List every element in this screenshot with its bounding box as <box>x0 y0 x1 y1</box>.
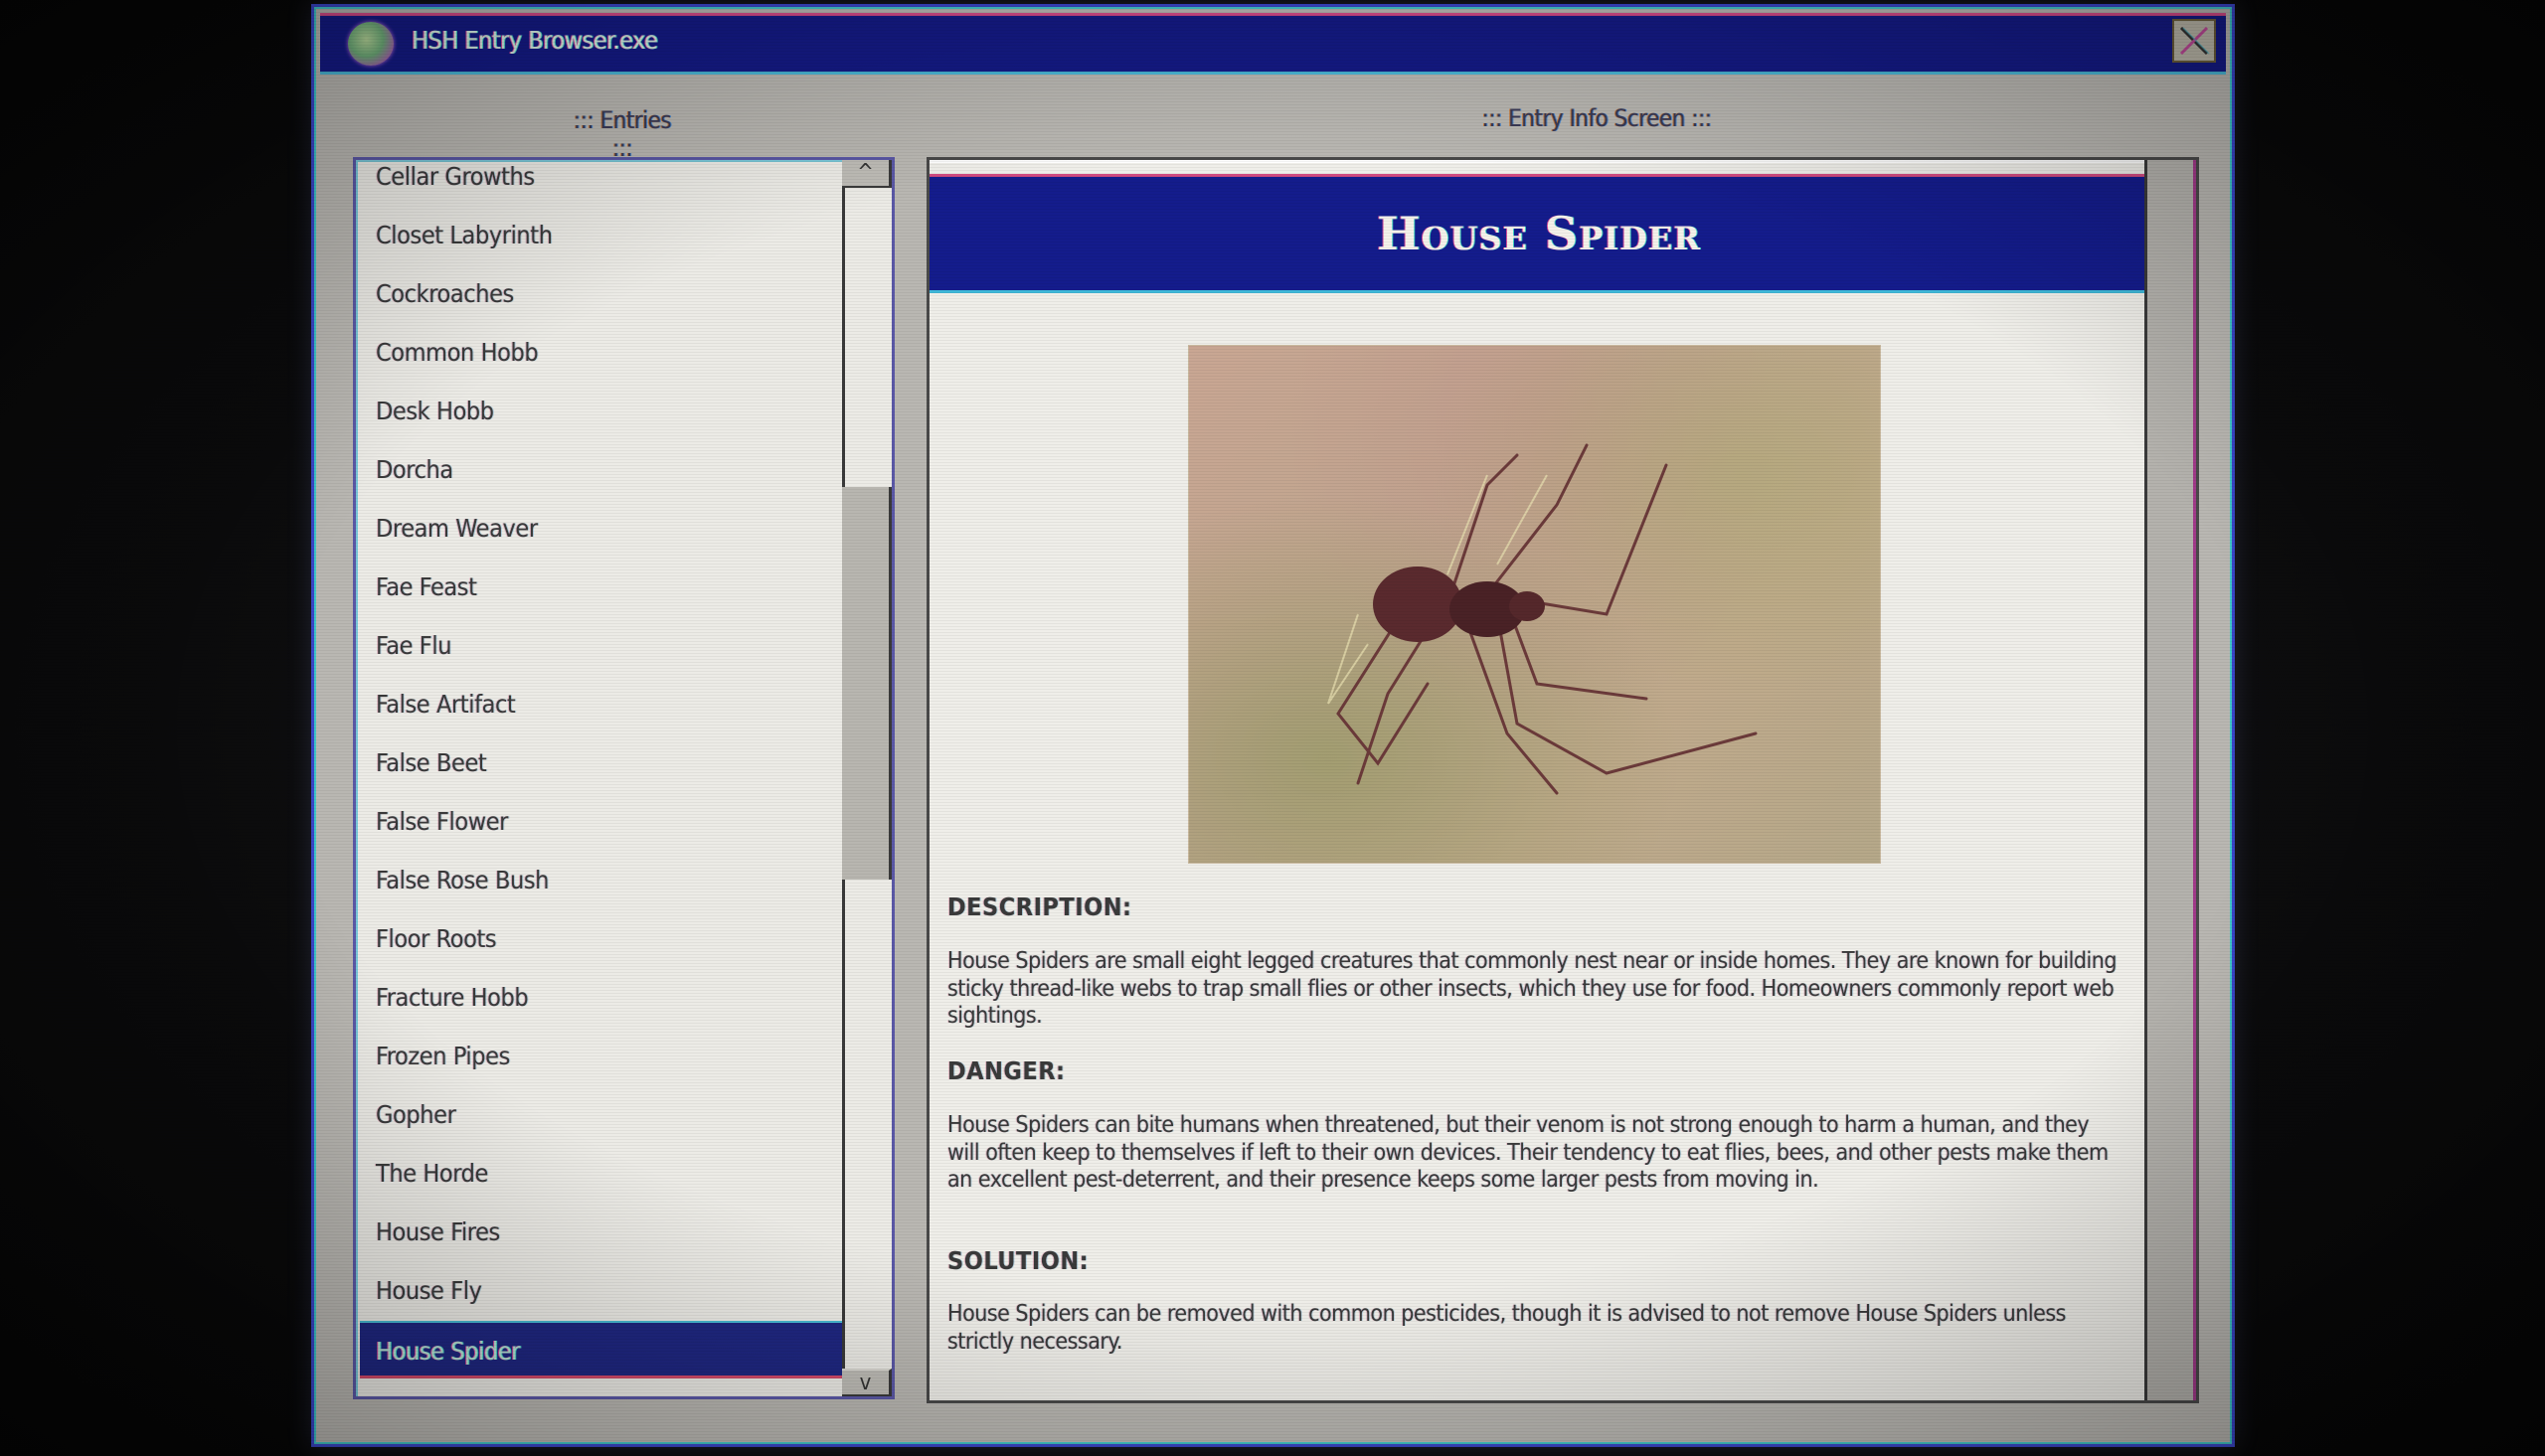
list-item[interactable]: Closet Labyrinth <box>360 207 845 264</box>
list-item[interactable]: False Artifact <box>360 676 845 733</box>
entry-title: House Spider <box>1377 207 1701 260</box>
list-item[interactable]: House Fly <box>360 1262 845 1320</box>
app-window: HSH Entry Browser.exe ::: Entries ::: ::… <box>311 4 2235 1447</box>
scroll-down-button[interactable]: v <box>842 1369 892 1396</box>
solution-text: House Spiders can be removed with common… <box>947 1301 2066 1355</box>
list-item[interactable]: House Fires <box>360 1204 845 1261</box>
list-item[interactable]: False Beet <box>360 734 845 792</box>
entry-info-pane: House Spider DESCRIPTION: House Spiders … <box>927 157 2199 1403</box>
list-item[interactable]: Gopher <box>360 1086 845 1144</box>
globe-icon <box>348 22 394 66</box>
spider-icon <box>1327 443 1758 795</box>
list-item[interactable]: Dream Weaver <box>360 500 845 558</box>
close-x-icon <box>2179 26 2210 56</box>
list-item[interactable]: Fae Feast <box>360 559 845 616</box>
list-item[interactable]: Fracture Hobb <box>360 969 845 1027</box>
close-button[interactable] <box>2172 19 2216 63</box>
entries-list[interactable]: Cellar Growths Closet Labyrinth Cockroache… <box>353 157 895 1399</box>
list-item[interactable]: Cellar Growths <box>360 160 845 206</box>
entry-info-scroll-thumb[interactable] <box>2147 160 2196 1400</box>
entry-header: House Spider <box>930 174 2148 293</box>
entry-info-label: ::: Entry Info Screen ::: <box>1481 104 1712 132</box>
entry-info-content: House Spider DESCRIPTION: House Spiders … <box>930 160 2148 1400</box>
description-text: House Spiders are small eight legged cre… <box>947 948 2117 1029</box>
list-item[interactable]: Common Hobb <box>360 324 845 382</box>
window-title: HSH Entry Browser.exe <box>412 26 658 55</box>
entries-scrollbar[interactable]: ^ v <box>842 160 892 1396</box>
description-heading: DESCRIPTION: <box>947 892 1132 921</box>
entries-label: ::: Entries ::: <box>573 106 672 162</box>
title-bar[interactable]: HSH Entry Browser.exe <box>320 13 2226 75</box>
list-item[interactable]: Fae Flu <box>360 617 845 675</box>
entry-image <box>1188 345 1881 864</box>
list-item[interactable]: Cockroaches <box>360 265 845 323</box>
list-item[interactable]: False Rose Bush <box>360 852 845 909</box>
entries-list-items: Cellar Growths Closet Labyrinth Cockroache… <box>356 160 845 1396</box>
list-item[interactable]: Floor Roots <box>360 910 845 968</box>
danger-text: House Spiders can bite humans when threa… <box>947 1112 2109 1193</box>
entry-info-scrollbar[interactable] <box>2144 160 2196 1400</box>
list-item[interactable]: False Flower <box>360 793 845 851</box>
list-item[interactable]: Dorcha <box>360 441 845 499</box>
list-item-selected[interactable]: House Spider <box>360 1321 845 1378</box>
scroll-up-button[interactable]: ^ <box>842 160 892 188</box>
list-item[interactable]: Desk Hobb <box>360 383 845 440</box>
entries-scroll-thumb[interactable] <box>842 487 892 881</box>
list-item[interactable]: Frozen Pipes <box>360 1028 845 1085</box>
danger-heading: DANGER: <box>947 1056 1066 1085</box>
list-item[interactable] <box>360 1379 845 1396</box>
list-item[interactable]: The Horde <box>360 1145 845 1203</box>
solution-heading: SOLUTION: <box>947 1246 1090 1275</box>
